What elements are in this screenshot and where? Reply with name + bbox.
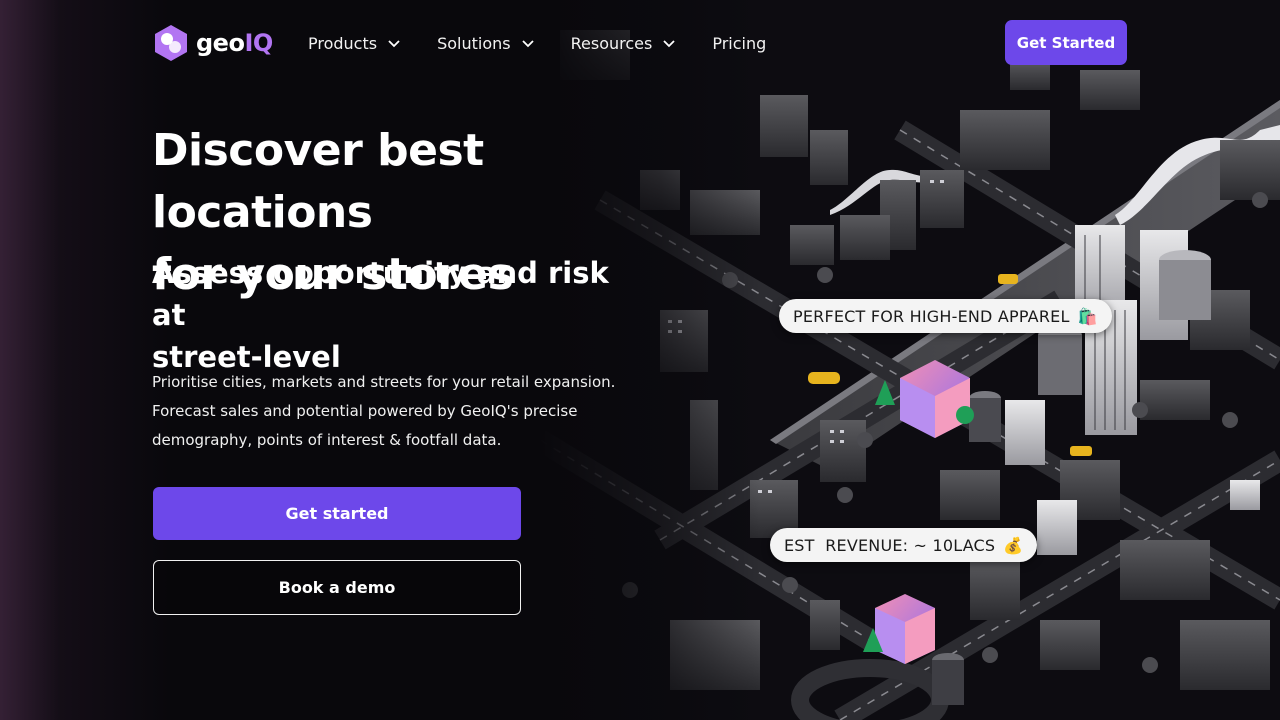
hero-subtitle-line-1: Assess opportunity and risk at (152, 256, 609, 332)
shopping-bags-icon: 🛍️ (1077, 306, 1098, 326)
hero-desc-line-3: demography, points of interest & footfal… (152, 431, 502, 449)
hero-desc-line-2: Forecast sales and potential powered by … (152, 402, 578, 420)
get-started-button[interactable]: Get started (153, 487, 521, 540)
map-tag-revenue: EST REVENUE: ~ 10LACS 💰 (770, 528, 1038, 562)
chevron-down-icon (521, 40, 534, 48)
nav-item-label: Solutions (437, 33, 511, 53)
logo-text-iq: IQ (244, 29, 273, 57)
nav-item-solutions[interactable]: Solutions (437, 34, 535, 53)
store-building-2 (875, 594, 935, 664)
hero-description: Prioritise cities, markets and streets f… (152, 368, 622, 455)
isometric-city-illustration (540, 0, 1280, 720)
nav-item-label: Products (308, 33, 378, 53)
money-bag-icon: 💰 (1003, 535, 1024, 555)
top-navigation: geoIQ Products Solutions Resources Prici… (0, 0, 1280, 86)
nav-item-label: Resources (570, 33, 653, 53)
nav-item-pricing[interactable]: Pricing (712, 34, 766, 53)
hero-title-line-1: Discover best locations (152, 125, 484, 238)
book-demo-button[interactable]: Book a demo (153, 560, 521, 615)
geoiq-logo[interactable]: geoIQ (154, 24, 273, 62)
nav-item-label: Pricing (712, 33, 767, 53)
hero-subtitle: Assess opportunity and risk at street-le… (152, 252, 622, 378)
map-tag-text: PERFECT FOR HIGH-END APPAREL (793, 306, 1070, 326)
main-menu: Products Solutions Resources Pricing (308, 30, 802, 56)
hero-desc-line-1: Prioritise cities, markets and streets f… (152, 373, 616, 391)
nav-item-resources[interactable]: Resources (571, 34, 677, 53)
get-started-header-button[interactable]: Get Started (1005, 20, 1127, 65)
logo-text-geo: geo (196, 29, 245, 57)
chevron-down-icon (663, 40, 675, 48)
logo-wordmark: geoIQ (196, 29, 273, 57)
nav-item-products[interactable]: Products (308, 34, 401, 53)
logo-mark-icon (155, 25, 187, 61)
map-tag-text: EST REVENUE: ~ 10LACS (784, 535, 996, 555)
map-tag-apparel: PERFECT FOR HIGH-END APPAREL 🛍️ (779, 299, 1112, 333)
chevron-down-icon (388, 40, 400, 48)
